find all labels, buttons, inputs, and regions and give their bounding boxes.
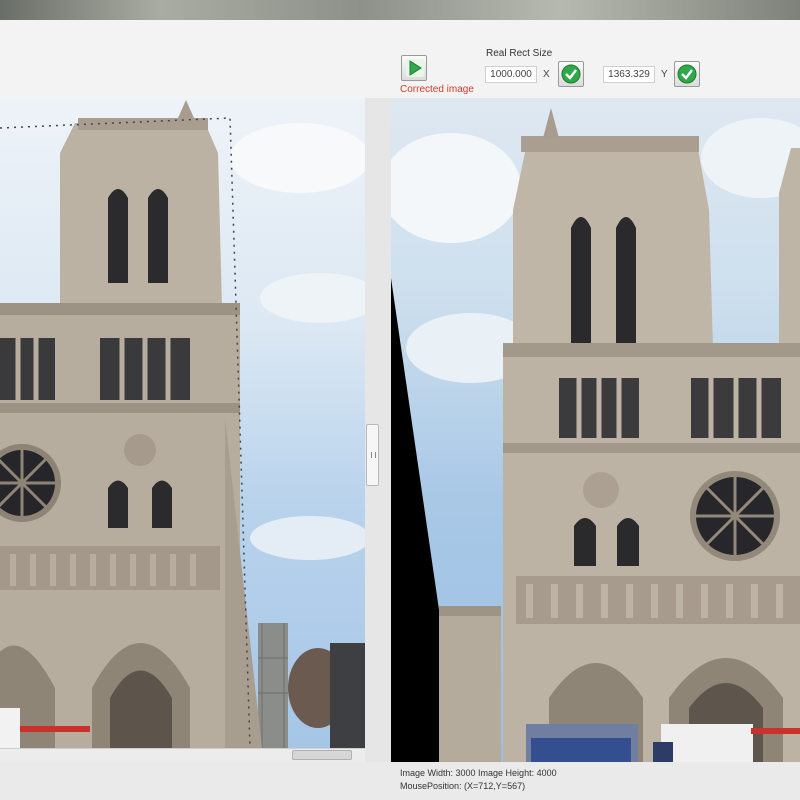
run-correction-button[interactable] — [401, 55, 427, 81]
corrected-image-label: Corrected image — [400, 84, 474, 95]
mouse-position-status: MousePosition: (X=712,Y=567) — [400, 781, 526, 791]
y-axis-label: Y — [661, 69, 668, 80]
image-size-status: Image Width: 3000 Image Height: 4000 — [400, 768, 557, 778]
x-axis-label: X — [543, 69, 550, 80]
play-icon — [406, 59, 424, 77]
source-image-panel[interactable] — [0, 98, 366, 748]
confirm-width-button[interactable] — [558, 61, 584, 87]
background-window-strip — [0, 0, 800, 20]
rect-height-input[interactable] — [603, 66, 655, 83]
confirm-height-button[interactable] — [674, 61, 700, 87]
corrected-photo — [391, 108, 800, 762]
rect-width-input[interactable] — [485, 66, 537, 83]
source-photo — [0, 100, 365, 748]
scrollbar-thumb[interactable] — [292, 750, 352, 760]
splitter-handle[interactable] — [366, 424, 379, 486]
checkmark-icon — [561, 64, 581, 84]
corrected-image-panel[interactable] — [391, 98, 800, 762]
checkmark-icon — [677, 64, 697, 84]
real-rect-size-label: Real Rect Size — [486, 48, 553, 59]
